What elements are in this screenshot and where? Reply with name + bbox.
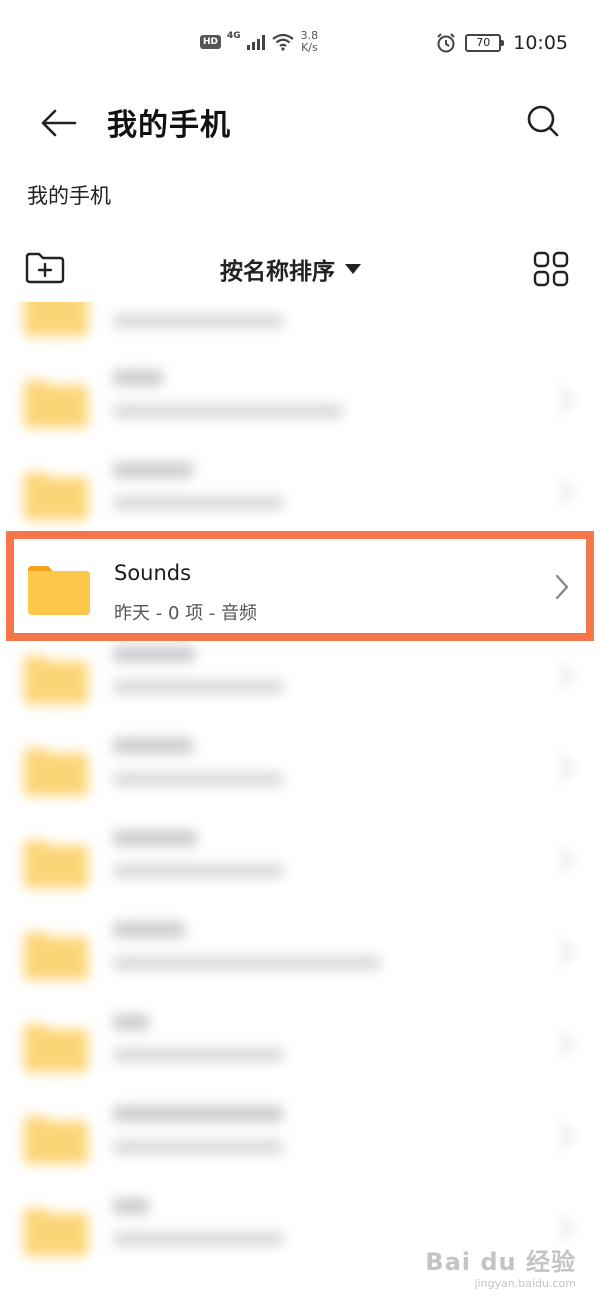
- blurred-meta: [113, 314, 283, 328]
- hd-badge: HD: [200, 35, 222, 49]
- blurred-meta: [113, 1140, 283, 1154]
- folder-icon: [24, 932, 88, 980]
- page-title: 我的手机: [107, 108, 231, 143]
- blurred-name: [113, 1106, 283, 1122]
- chevron-right-icon: [560, 756, 573, 780]
- chevron-right-icon: [560, 480, 573, 504]
- folder-add-icon: [25, 252, 65, 284]
- chevron-right-icon: [560, 1124, 573, 1148]
- grid-view-icon: [533, 251, 569, 287]
- list-item[interactable]: [0, 632, 600, 724]
- item-name: Sounds: [114, 561, 192, 585]
- chevron-right-icon: [560, 388, 573, 412]
- highlighted-list-item[interactable]: Sounds 昨天 - 0 项 - 音频: [6, 531, 594, 641]
- blurred-name: [113, 646, 195, 662]
- status-bar: HD 4G 3.8 K/s 70 10:05: [0, 0, 600, 90]
- blurred-name: [113, 462, 193, 478]
- folder-icon: [24, 656, 88, 704]
- arrow-left-icon: [41, 109, 77, 137]
- clock: 10:05: [513, 32, 568, 54]
- network-speed: 3.8 K/s: [301, 30, 319, 54]
- folder-icon: [24, 1208, 88, 1256]
- blurred-meta: [113, 496, 283, 510]
- list-item[interactable]: [0, 816, 600, 908]
- sort-dropdown[interactable]: 按名称排序: [220, 252, 361, 286]
- folder-icon: [24, 748, 88, 796]
- watermark-main: Bai du 经验: [425, 1248, 576, 1276]
- list-item[interactable]: [0, 724, 600, 816]
- blurred-meta: [113, 956, 381, 970]
- wifi-icon: [271, 33, 294, 51]
- search-icon: [527, 105, 559, 137]
- caret-down-icon: [345, 264, 361, 274]
- speed-unit: K/s: [301, 41, 318, 54]
- folder-icon: [24, 302, 88, 336]
- file-list: [0, 302, 600, 1300]
- list-item[interactable]: [0, 1092, 600, 1184]
- breadcrumb[interactable]: 我的手机: [27, 180, 111, 210]
- blurred-name: [113, 922, 185, 938]
- blurred-meta: [113, 680, 283, 694]
- folder-icon: [24, 1116, 88, 1164]
- blurred-name: [113, 1014, 149, 1030]
- back-button[interactable]: [30, 98, 86, 148]
- folder-icon: [28, 566, 90, 615]
- alarm-icon: [437, 33, 455, 53]
- blurred-meta: [113, 1048, 283, 1062]
- chevron-right-icon: [560, 1216, 573, 1240]
- blurred-meta: [113, 772, 283, 786]
- new-folder-button[interactable]: [24, 250, 70, 290]
- status-right: 70 10:05: [435, 32, 568, 54]
- folder-icon: [24, 380, 88, 428]
- app-header: 我的手机: [0, 88, 600, 158]
- signal-icon: [246, 34, 265, 50]
- sort-label: 按名称排序: [220, 259, 335, 285]
- blurred-meta: [113, 404, 343, 418]
- list-item[interactable]: [0, 1000, 600, 1092]
- toolbar: 按名称排序: [0, 240, 600, 304]
- blurred-name: [113, 830, 197, 846]
- watermark: Bai du 经验 jingyan.baidu.com: [425, 1242, 576, 1290]
- list-item[interactable]: [0, 448, 600, 540]
- chevron-right-icon: [560, 664, 573, 688]
- list-item[interactable]: [0, 908, 600, 1000]
- chevron-right-icon: [555, 574, 569, 600]
- blurred-name: [113, 370, 163, 386]
- list-item[interactable]: [0, 356, 600, 448]
- blurred-meta: [113, 864, 283, 878]
- chevron-right-icon: [560, 940, 573, 964]
- folder-icon: [24, 472, 88, 520]
- folder-icon: [24, 840, 88, 888]
- folder-icon: [24, 1024, 88, 1072]
- blurred-name: [113, 1198, 149, 1214]
- watermark-sub: jingyan.baidu.com: [474, 1277, 576, 1290]
- chevron-right-icon: [560, 1032, 573, 1056]
- view-toggle-button[interactable]: [532, 250, 572, 290]
- chevron-right-icon: [560, 848, 573, 872]
- item-meta: 昨天 - 0 项 - 音频: [114, 603, 258, 624]
- blurred-meta: [113, 1232, 283, 1246]
- search-button[interactable]: [518, 96, 568, 146]
- status-left: HD 4G 3.8 K/s: [200, 30, 318, 54]
- network-type: 4G: [227, 31, 241, 41]
- list-item[interactable]: [0, 302, 600, 356]
- blurred-name: [113, 738, 193, 754]
- battery-icon: 70: [465, 34, 505, 52]
